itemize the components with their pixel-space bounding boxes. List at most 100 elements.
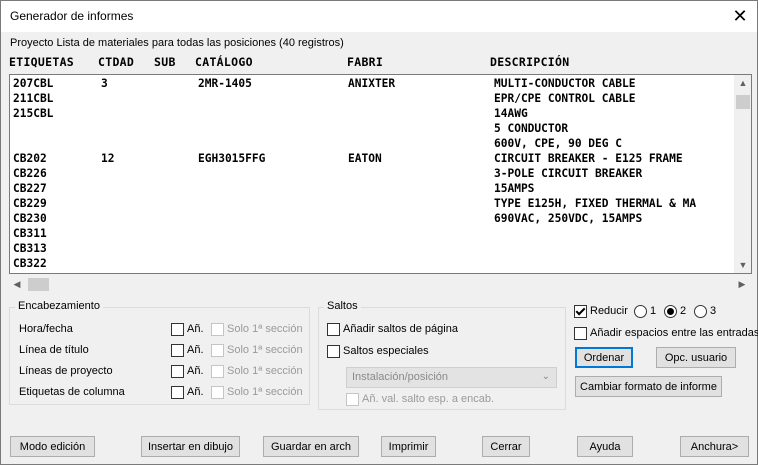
an-val-checkbox[interactable] [346,393,359,406]
cell-catalogo: EGH3015FFG [198,152,266,165]
cell-descripcion: MULTI-CONDUCTOR CABLE [494,77,636,90]
break-type-value: Instalación/posición [352,371,449,383]
hora-fecha-an-label: Añ. [187,323,204,335]
linea-titulo-solo-checkbox[interactable] [211,344,224,357]
special-breaks-checkbox[interactable] [327,345,340,358]
cell-etiquetas: CB311 [13,227,47,240]
add-spaces-checkbox[interactable] [574,327,587,340]
horizontal-scroll-thumb[interactable] [28,278,49,291]
radio-3-label: 3 [710,305,717,317]
special-breaks-label: Saltos especiales [343,345,429,357]
add-page-breaks-label: Añadir saltos de página [343,323,458,335]
vertical-scrollbar[interactable]: ▲ ▼ [734,75,751,273]
list-row[interactable]: CB313 [10,241,735,256]
opc-usuario-button[interactable]: Opc. usuario [656,347,736,368]
cell-descripcion: 14AWG [494,107,528,120]
cell-fabri: ANIXTER [348,77,396,90]
linea-titulo-an-checkbox[interactable] [171,344,184,357]
scroll-right-icon[interactable]: ▶ [734,276,750,293]
list-row[interactable]: 215CBL 14AWG [10,106,735,121]
column-header-descripcion: DESCRIPCIÓN [490,55,570,69]
radio-1-label: 1 [650,305,657,317]
radio-2[interactable] [664,305,677,318]
cell-descripcion: 690VAC, 250VDC, 15AMPS [494,212,643,225]
ayuda-button[interactable]: Ayuda [577,436,633,457]
hora-fecha-label: Hora/fecha [19,323,73,335]
hora-fecha-an-checkbox[interactable] [171,323,184,336]
cambiar-formato-button[interactable]: Cambiar formato de informe [575,376,722,397]
hora-fecha-solo-checkbox[interactable] [211,323,224,336]
title-bar: Generador de informes ✕ [1,1,757,32]
cell-descripcion: 3-POLE CIRCUIT BREAKER [494,167,643,180]
horizontal-scrollbar[interactable]: ◀ ▶ [9,276,750,293]
cell-descripcion: 600V, CPE, 90 DEG C [494,137,622,150]
scroll-left-icon[interactable]: ◀ [9,276,25,293]
etiquetas-columna-solo-label: Solo 1ª sección [227,386,303,398]
hora-fecha-solo-label: Solo 1ª sección [227,323,303,335]
scroll-up-icon[interactable]: ▲ [735,75,751,91]
imprimir-button[interactable]: Imprimir [381,436,436,457]
cell-fabri: EATON [348,152,382,165]
etiquetas-columna-an-checkbox[interactable] [171,386,184,399]
list-row[interactable]: CB227 15AMPS [10,181,735,196]
insertar-en-dibujo-button[interactable]: Insertar en dibujo [141,436,240,457]
radio-1[interactable] [634,305,647,318]
cell-etiquetas: CB230 [13,212,47,225]
lineas-proyecto-an-label: Añ. [187,365,204,377]
list-row[interactable]: CB229 TYPE E125H, FIXED THERMAL & MA [10,196,735,211]
modo-edicion-button[interactable]: Modo edición [10,436,95,457]
list-row[interactable]: 211CBL EPR/CPE CONTROL CABLE [10,91,735,106]
list-row[interactable]: 5 CONDUCTOR [10,121,735,136]
radio-3[interactable] [694,305,707,318]
lineas-proyecto-solo-label: Solo 1ª sección [227,365,303,377]
vertical-scroll-thumb[interactable] [736,95,750,109]
column-header-etiquetas: ETIQUETAS [9,55,75,69]
lineas-proyecto-label: Líneas de proyecto [19,365,113,377]
linea-titulo-solo-label: Solo 1ª sección [227,344,303,356]
list-row[interactable]: 600V, CPE, 90 DEG C [10,136,735,151]
radio-2-label: 2 [680,305,687,317]
list-row[interactable]: CB322 [10,256,735,271]
list-row[interactable]: CB226 3-POLE CIRCUIT BREAKER [10,166,735,181]
list-row[interactable]: CB230 690VAC, 250VDC, 15AMPS [10,211,735,226]
cell-etiquetas: CB229 [13,197,47,210]
cell-descripcion: EPR/CPE CONTROL CABLE [494,92,636,105]
cell-etiquetas: CB202 [13,152,47,165]
lineas-proyecto-solo-checkbox[interactable] [211,365,224,378]
list-row[interactable]: CB202 12 EGH3015FFG EATON CIRCUIT BREAKER - … [10,151,735,166]
add-page-breaks-checkbox[interactable] [327,323,340,336]
column-header-catalogo: CATÁLOGO [195,55,253,69]
anchura-button[interactable]: Anchura> [680,436,749,457]
window-title: Generador de informes [10,9,134,23]
project-line: Proyecto Lista de materiales para todas … [10,37,344,49]
cell-etiquetas: CB226 [13,167,47,180]
close-icon[interactable]: ✕ [723,1,757,32]
list-row[interactable]: CB311 [10,226,735,241]
reducir-checkbox[interactable] [574,305,587,318]
report-listbox[interactable]: 207CBL 3 2MR-1405 ANIXTER MULTI-CONDUCTOR CA… [9,74,752,274]
chevron-down-icon: ⌄ [541,371,550,382]
cell-etiquetas: CB322 [13,257,47,270]
cell-descripcion: 5 CONDUCTOR [494,122,569,135]
cell-ctdad: 3 [101,77,108,90]
report-generator-dialog: Generador de informes ✕ Proyecto Lista d… [0,0,758,465]
column-header-fabri: FABRI [347,55,384,69]
break-type-dropdown[interactable]: Instalación/posición ⌄ [346,367,557,388]
etiquetas-columna-solo-checkbox[interactable] [211,386,224,399]
saltos-legend: Saltos [324,300,361,312]
cell-etiquetas: 207CBL [13,77,54,90]
cell-ctdad: 12 [101,152,115,165]
ordenar-button[interactable]: Ordenar [575,347,633,368]
guardar-en-arch-button[interactable]: Guardar en arch [263,436,359,457]
scroll-down-icon[interactable]: ▼ [735,257,751,273]
cell-descripcion: CIRCUIT BREAKER - E125 FRAME [494,152,683,165]
cerrar-button[interactable]: Cerrar [482,436,530,457]
cell-descripcion: 15AMPS [494,182,535,195]
linea-titulo-an-label: Añ. [187,344,204,356]
encabezamiento-legend: Encabezamiento [15,300,103,312]
column-header-sub: SUB [154,55,176,69]
lineas-proyecto-an-checkbox[interactable] [171,365,184,378]
cell-etiquetas: CB313 [13,242,47,255]
cell-etiquetas: 215CBL [13,107,54,120]
list-row[interactable]: 207CBL 3 2MR-1405 ANIXTER MULTI-CONDUCTOR CA… [10,76,735,91]
